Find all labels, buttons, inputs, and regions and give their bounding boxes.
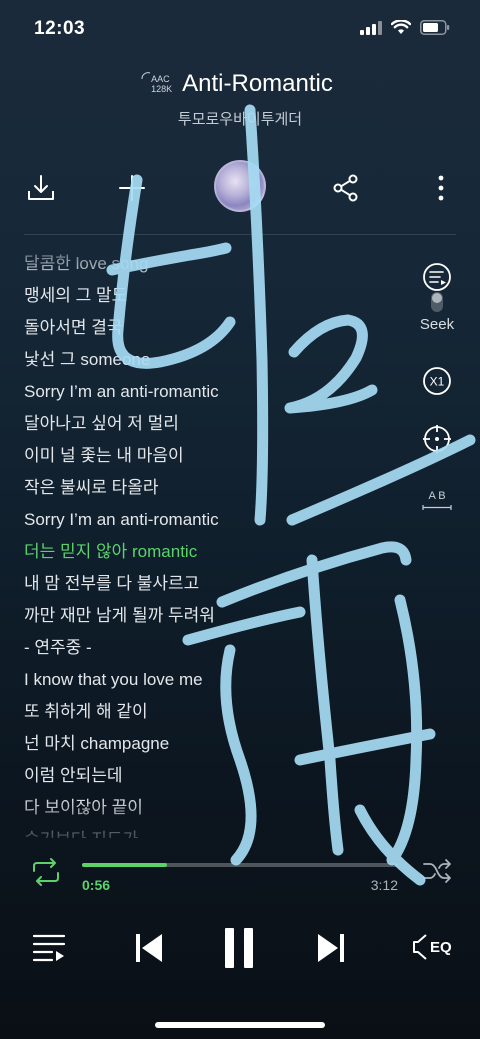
share-button[interactable] (330, 172, 362, 204)
artist-name[interactable]: 투모로우바이투게더 (0, 108, 480, 129)
elapsed-time: 0:56 (82, 877, 111, 893)
next-icon (318, 934, 344, 962)
plus-icon (119, 175, 145, 201)
lyric-line[interactable]: 달아나고 싶어 저 멀리 (24, 408, 404, 440)
lyric-line[interactable]: Sorry I’m an anti-romantic (24, 504, 404, 536)
shuffle-icon (423, 859, 451, 883)
cellular-signal-icon (360, 20, 382, 35)
status-bar: 12:03 (0, 0, 480, 60)
playlist-icon (32, 934, 66, 962)
lyric-line[interactable]: 까만 재만 남게 될까 두려워 (24, 600, 404, 632)
speed-icon: X1 (423, 367, 451, 395)
pause-button[interactable] (222, 926, 256, 970)
status-icons (360, 20, 450, 35)
home-indicator (155, 1022, 325, 1028)
add-to-playlist-button[interactable] (116, 172, 148, 204)
eq-label: EQ (430, 938, 452, 956)
playback-speed-button[interactable]: X1 (412, 366, 462, 396)
download-button[interactable] (25, 172, 57, 204)
lyric-line[interactable]: 다 보이잖아 끝이 (24, 792, 404, 824)
repeat-icon (33, 858, 59, 886)
lyric-line[interactable]: 숨기보다 지도가 (24, 824, 404, 838)
lyric-line[interactable]: 내 맘 전부를 다 불사르고 (24, 568, 404, 600)
svg-text:A B: A B (428, 490, 445, 502)
total-time: 3:12 (370, 877, 398, 893)
previous-icon (136, 934, 162, 962)
lyric-line[interactable]: 맹세의 그 말도 (24, 280, 404, 312)
lyric-line[interactable]: Sorry I’m an anti-romantic (24, 376, 404, 408)
audio-quality-badge: AAC 128K (141, 72, 173, 94)
lyric-line[interactable]: 이미 널 좇는 내 마음이 (24, 440, 404, 472)
lyrics-panel[interactable]: 달콤한 love song 맹세의 그 말도 돌아서면 결국 낯선 그 someone… (24, 248, 404, 838)
lyric-line[interactable]: 이럼 안되는데 (24, 760, 404, 792)
playlist-button[interactable] (32, 932, 66, 962)
lyric-line[interactable]: 돌아서면 결국 (24, 312, 404, 344)
speaker-icon (413, 934, 427, 960)
repeat-button[interactable] (28, 858, 64, 886)
lyric-line[interactable]: 작은 불씨로 타올라 (24, 472, 404, 504)
progress-fill (82, 863, 168, 867)
seek-label: Seek (419, 316, 455, 333)
target-icon (423, 425, 451, 453)
now-playing-header: AAC 128K Anti-Romantic 투모로우바이투게더 (0, 70, 480, 129)
lyric-line[interactable]: 낯선 그 someone (24, 344, 404, 376)
song-title: Anti-Romantic (182, 70, 333, 97)
share-icon (333, 174, 358, 202)
lyric-line[interactable]: 달콤한 love song (24, 248, 404, 280)
playback-controls: EQ (0, 920, 480, 980)
lyric-line[interactable]: I know that you love me (24, 664, 404, 696)
lyric-line[interactable]: - 연주중 - (24, 632, 404, 664)
album-art-thumbnail[interactable] (214, 160, 266, 212)
equalizer-button[interactable]: EQ (412, 933, 452, 961)
sync-lyrics-button[interactable] (412, 424, 462, 454)
lyric-line[interactable]: 또 취하게 해 같이 (24, 696, 404, 728)
ab-repeat-icon: A B (422, 490, 452, 510)
audio-wave-icon (141, 72, 151, 80)
progress-area: 0:56 3:12 (0, 850, 480, 900)
more-options-button[interactable] (425, 172, 457, 204)
wifi-icon (391, 20, 411, 34)
progress-bar[interactable] (82, 863, 398, 867)
title-row: AAC 128K Anti-Romantic (0, 70, 480, 98)
lyric-line-current[interactable]: 더는 믿지 않아 romantic (24, 536, 404, 568)
bitrate-label: 128K (151, 84, 173, 94)
shuffle-button[interactable] (422, 858, 452, 884)
next-button[interactable] (315, 932, 347, 964)
codec-label: AAC (151, 74, 170, 84)
download-icon (28, 175, 54, 200)
svg-text:X1: X1 (430, 375, 445, 389)
previous-button[interactable] (133, 932, 165, 964)
more-vertical-icon (438, 175, 444, 201)
pause-icon (225, 928, 253, 968)
header-divider (24, 234, 456, 235)
battery-icon (420, 20, 450, 35)
lyrics-seek-icon (423, 263, 451, 312)
seek-toggle[interactable]: Seek (412, 262, 462, 333)
lyric-line[interactable]: 넌 마치 champagne (24, 728, 404, 760)
ab-repeat-button[interactable]: A B (412, 488, 462, 512)
status-time: 12:03 (34, 18, 86, 39)
